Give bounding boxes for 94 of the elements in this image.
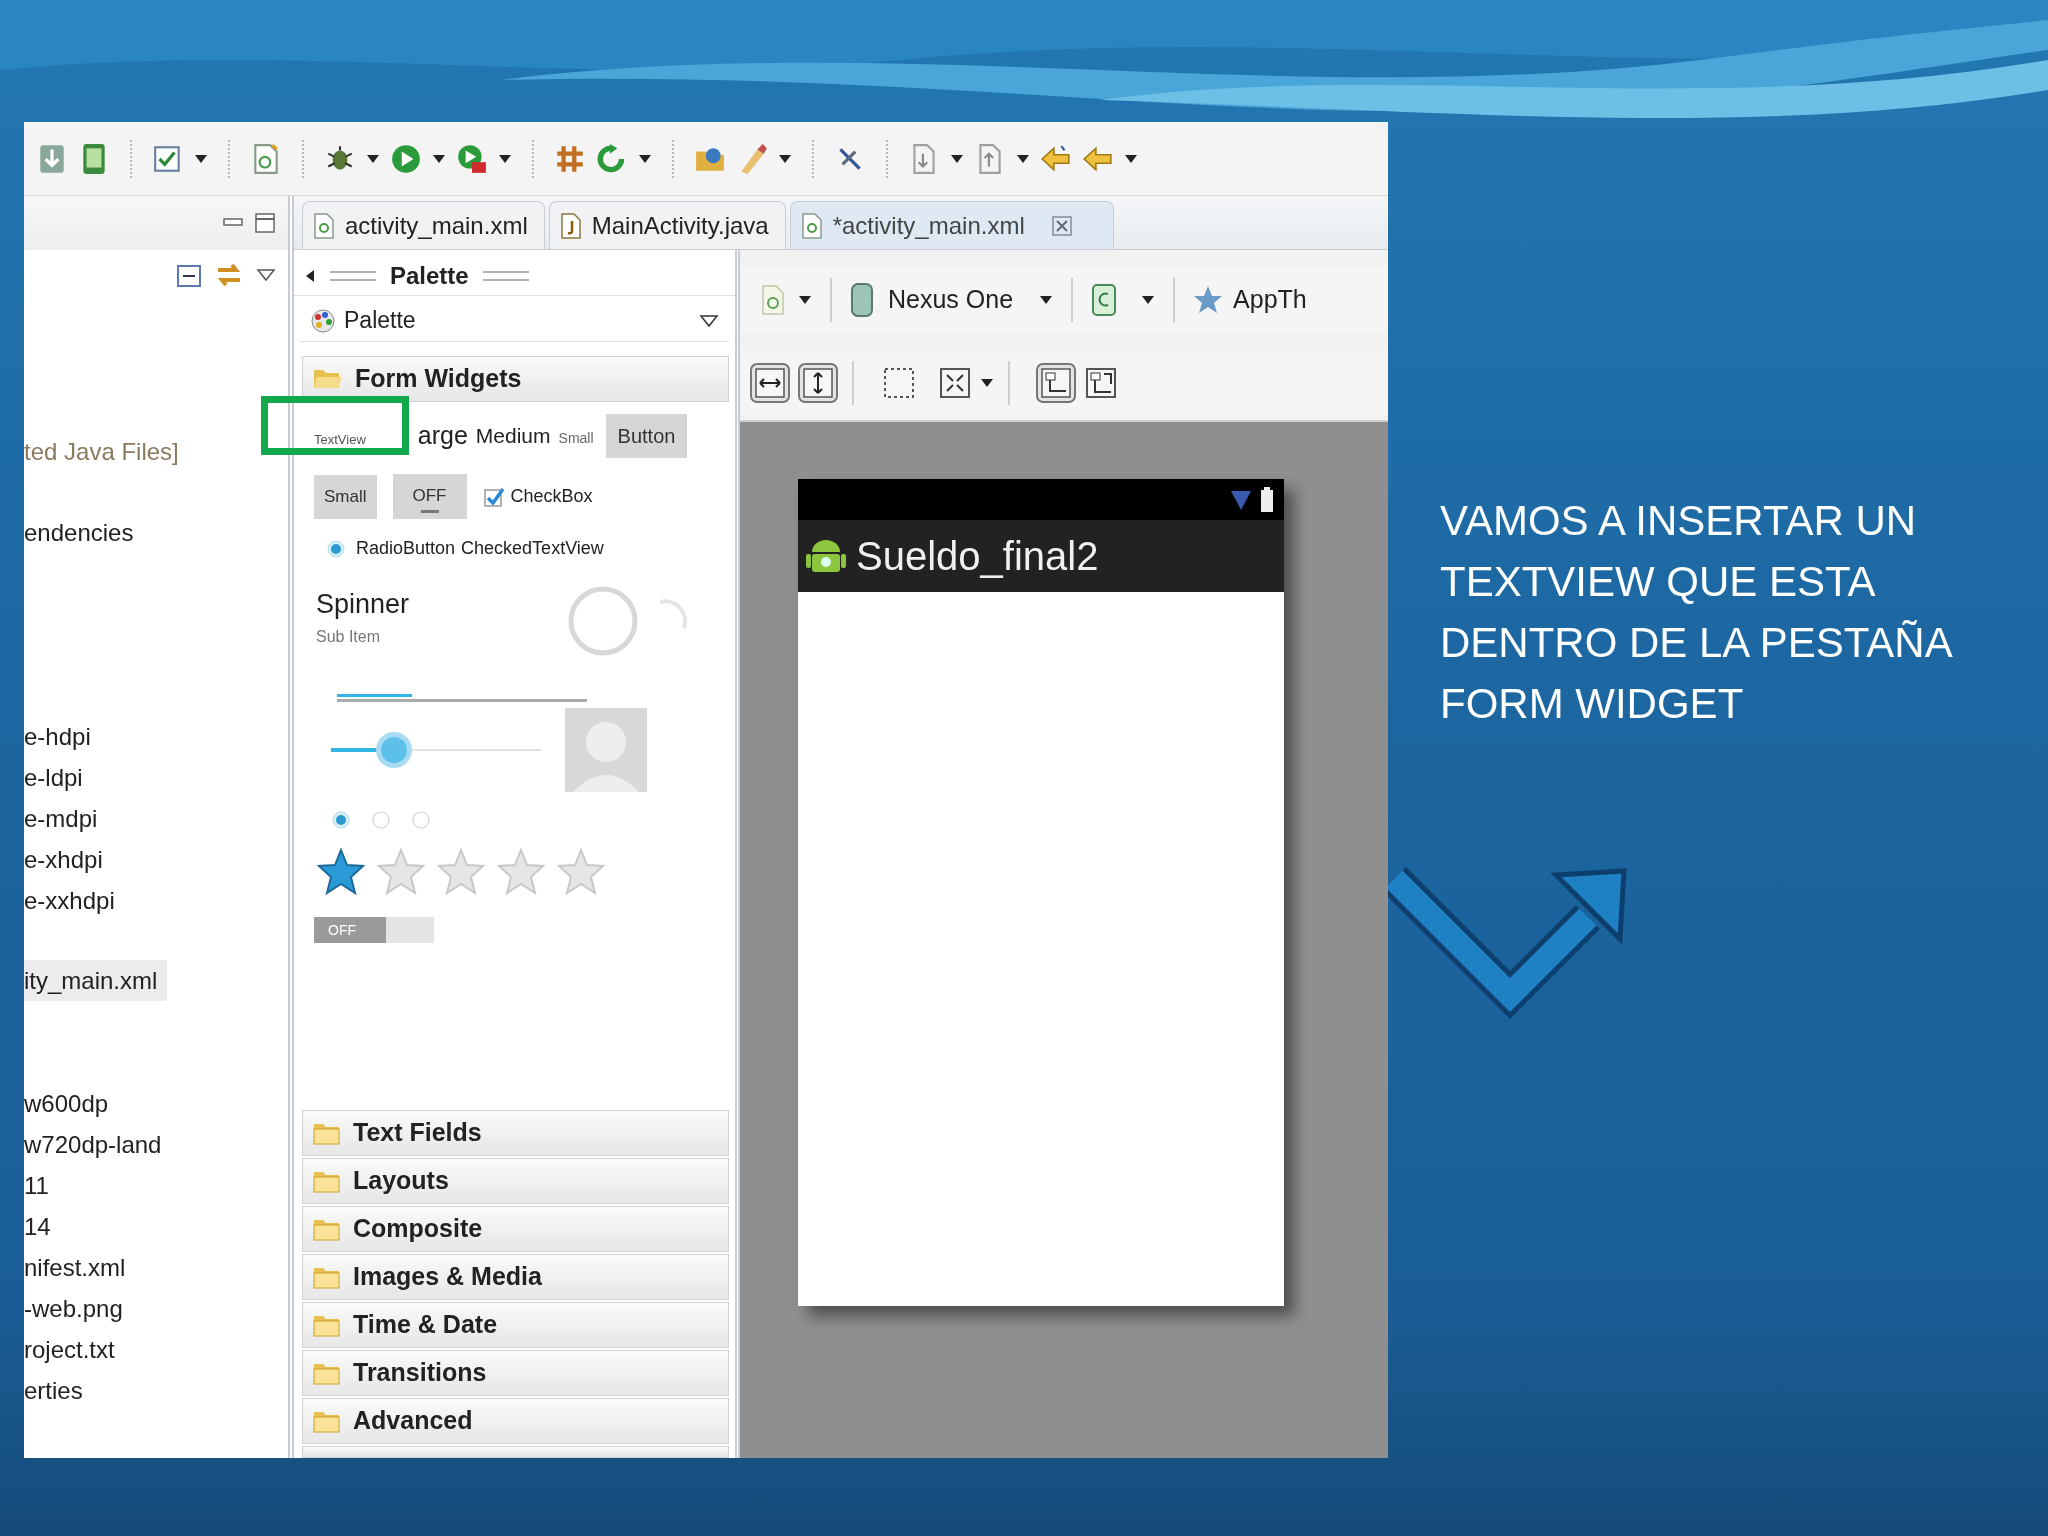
- radio-button[interactable]: [371, 810, 391, 831]
- caption-text: VAMOS A INSERTAR UN TEXTVIEW QUE ESTA DENTRO DE LA PESTAÑA FORM WIDGET: [1439, 496, 1953, 729]
- caret-icon[interactable]: [366, 152, 380, 165]
- fit-width-icon[interactable]: [750, 363, 790, 403]
- radio-button[interactable]: [411, 810, 431, 831]
- fit-height-icon[interactable]: [798, 363, 838, 403]
- layout-icon[interactable]: [1084, 366, 1118, 400]
- run-icon[interactable]: [390, 142, 422, 175]
- xml-file-icon: [313, 212, 335, 239]
- tree-item[interactable]: e-hdpi: [24, 716, 99, 757]
- collapse-all-icon[interactable]: [176, 262, 202, 288]
- button-sample[interactable]: Button: [605, 414, 688, 458]
- checked-text-view-sample[interactable]: CheckedTextView: [461, 535, 604, 563]
- editor-tab[interactable]: activity_main.xml: [302, 201, 545, 249]
- caret-icon[interactable]: [1141, 294, 1156, 306]
- view-menu-icon[interactable]: [256, 268, 276, 282]
- caret-icon[interactable]: [1124, 152, 1138, 165]
- run-stop-icon[interactable]: [456, 142, 488, 175]
- radio-button[interactable]: [331, 810, 351, 831]
- tree-item[interactable]: ted Java Files]: [24, 431, 187, 472]
- textview-sample[interactable]: TextView: [314, 430, 366, 450]
- tree-item[interactable]: endencies: [24, 512, 142, 553]
- radio-button[interactable]: [326, 538, 346, 559]
- tree-item[interactable]: erties: [24, 1370, 91, 1411]
- caret-icon[interactable]: [432, 152, 446, 165]
- palette-selector[interactable]: Palette: [300, 300, 729, 342]
- toggle-button-sample[interactable]: OFF: [392, 474, 467, 520]
- tree-item[interactable]: e-ldpi: [24, 757, 91, 798]
- star-icon: [377, 848, 425, 897]
- collapse-left-icon[interactable]: [304, 267, 316, 284]
- tree-item[interactable]: roject.txt: [24, 1329, 123, 1370]
- tree-item[interactable]: 11: [24, 1165, 57, 1206]
- palette-icon: [310, 307, 336, 334]
- java-file-icon: [559, 212, 582, 239]
- tree-item[interactable]: w720dp-land: [24, 1124, 170, 1165]
- small-button-sample[interactable]: Small: [314, 474, 377, 519]
- tree-item[interactable]: e-xxhdpi: [24, 880, 123, 921]
- rotate-icon[interactable]: [1091, 283, 1118, 317]
- spinner-sample[interactable]: Spinner Sub Item: [314, 584, 566, 649]
- tree-item[interactable]: ity_main.xml: [24, 960, 168, 1001]
- star-icon: [497, 848, 545, 897]
- caret-icon[interactable]: [980, 377, 994, 389]
- caret-icon[interactable]: [798, 294, 812, 306]
- palette-category[interactable]: Composite: [302, 1206, 729, 1252]
- tree-item[interactable]: w600dp: [24, 1083, 117, 1124]
- signal-icon: [1230, 488, 1252, 511]
- editor-tab[interactable]: *activity_main.xml: [789, 201, 1114, 249]
- image-placeholder-icon: [565, 708, 647, 793]
- caret-icon[interactable]: [638, 152, 652, 165]
- checkbox-label: CheckBox: [510, 485, 593, 509]
- grip-icon: [328, 268, 378, 283]
- palette-category[interactable]: Form Widgets: [302, 356, 729, 402]
- caret-icon[interactable]: [194, 152, 208, 165]
- layout-file-icon[interactable]: [760, 284, 786, 316]
- expand-icon[interactable]: [938, 366, 972, 400]
- device-dropdown[interactable]: Nexus One: [850, 281, 1014, 319]
- maximize-icon[interactable]: [254, 212, 276, 234]
- palette-category[interactable]: Advanced: [302, 1398, 729, 1444]
- tree-item[interactable]: nifest.xml: [24, 1247, 134, 1288]
- dropdown-icon: [699, 313, 719, 328]
- small-text-sample[interactable]: Small: [558, 427, 594, 449]
- caret-icon[interactable]: [1039, 294, 1054, 306]
- rating-bar[interactable]: [314, 848, 605, 897]
- tree-item[interactable]: e-xhdpi: [24, 839, 111, 880]
- app-title: Sueldo_final2: [856, 533, 1099, 580]
- palette-category[interactable]: Text Fields: [302, 1110, 729, 1156]
- tree-item[interactable]: 14: [24, 1206, 59, 1247]
- phone-icon: [850, 282, 874, 318]
- large-text-sample[interactable]: arge: [417, 417, 468, 455]
- caret-icon[interactable]: [1016, 152, 1030, 165]
- tree-item[interactable]: e-mdpi: [24, 798, 106, 839]
- radio-label: RadioButton: [356, 537, 456, 561]
- caret-icon[interactable]: [778, 152, 792, 165]
- star-icon: [1193, 285, 1224, 315]
- medium-text-sample[interactable]: Medium: [475, 420, 551, 452]
- tree-item[interactable]: -web.png: [24, 1288, 131, 1329]
- xml-file-icon: [800, 212, 823, 239]
- checkbox[interactable]: [482, 485, 505, 508]
- star-icon: [317, 848, 365, 897]
- caret-icon[interactable]: [950, 152, 964, 165]
- palette-category[interactable]: Transitions: [302, 1350, 729, 1396]
- theme-dropdown[interactable]: AppTh: [1193, 281, 1307, 319]
- palette-category[interactable]: Time & Date: [302, 1302, 729, 1348]
- star-icon: [557, 848, 605, 897]
- caret-icon[interactable]: [498, 152, 512, 165]
- palette-category[interactable]: Images & Media: [302, 1254, 729, 1300]
- grip-icon: [480, 268, 531, 283]
- layout-icon[interactable]: [1036, 363, 1076, 403]
- palette-category[interactable]: Layouts: [302, 1158, 729, 1204]
- star-icon: [437, 848, 485, 897]
- close-icon[interactable]: [1050, 214, 1073, 237]
- editor-tab[interactable]: MainActivity.java: [548, 201, 786, 249]
- palette-title: Palette: [390, 260, 469, 291]
- battery-icon: [1260, 486, 1274, 513]
